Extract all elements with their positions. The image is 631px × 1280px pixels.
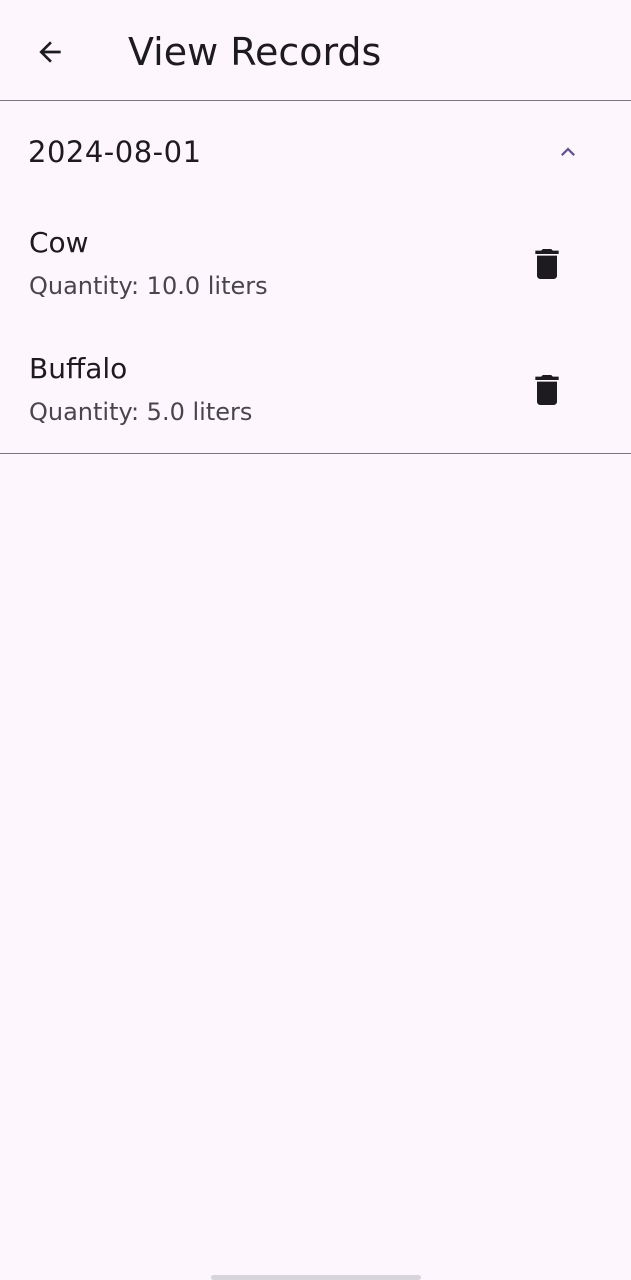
home-indicator[interactable] (211, 1275, 421, 1280)
chevron-up-icon[interactable] (554, 138, 582, 166)
trash-icon (535, 249, 559, 279)
record-quantity: Quantity: 10.0 liters (29, 272, 268, 300)
group-date: 2024-08-01 (28, 135, 202, 169)
trash-icon (535, 375, 559, 405)
date-group-header[interactable]: 2024-08-01 (0, 102, 631, 202)
delete-button[interactable] (521, 238, 573, 290)
app-bar: View Records (0, 0, 631, 101)
delete-button[interactable] (521, 364, 573, 416)
group-bottom-divider (0, 453, 631, 454)
page-title: View Records (128, 30, 382, 74)
record-name: Buffalo (29, 352, 128, 385)
back-button[interactable] (24, 26, 76, 78)
record-name: Cow (29, 226, 89, 259)
record-item: Buffalo Quantity: 5.0 liters (0, 350, 631, 476)
arrow-back-icon (39, 41, 61, 63)
record-item: Cow Quantity: 10.0 liters (0, 224, 631, 350)
record-quantity: Quantity: 5.0 liters (29, 398, 253, 426)
app-bar-divider (0, 100, 631, 101)
